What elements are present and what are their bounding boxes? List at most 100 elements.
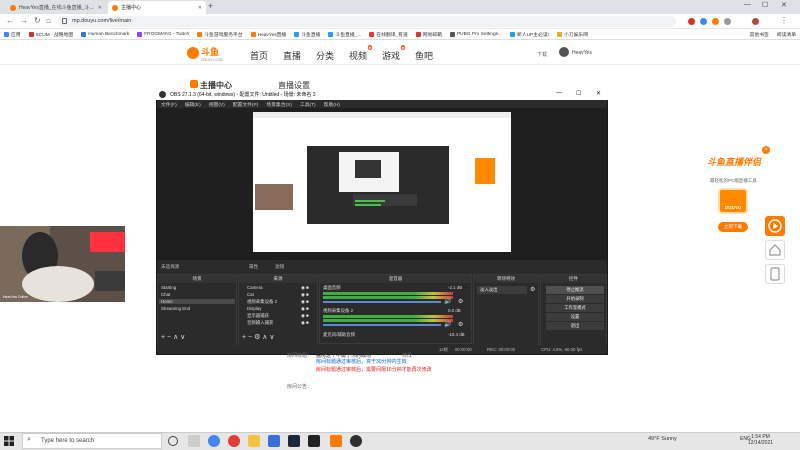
bookmark-item[interactable]: 阅读清单 (773, 31, 800, 38)
bookmark-item[interactable]: 新人UP主必读! (506, 31, 553, 38)
extension-icon[interactable] (724, 18, 731, 25)
nav-category[interactable]: 分类 (316, 49, 334, 62)
close-window-icon[interactable]: ✕ (596, 90, 601, 97)
bookmark-item[interactable]: HeavYes直播 (247, 31, 291, 38)
scene-item[interactable]: Streaming End (161, 306, 190, 311)
scene-item[interactable]: Chat (161, 292, 170, 297)
reload-icon[interactable]: ↻ (34, 16, 41, 25)
new-tab-button[interactable]: + (208, 1, 213, 11)
visibility-eye-icon[interactable]: ◉ ■ (301, 306, 309, 312)
bookmark-item[interactable]: 斗鱼游戏服务平台 (193, 31, 246, 38)
nav-fishbar[interactable]: 鱼吧 (415, 49, 433, 62)
steam-icon[interactable] (288, 435, 300, 447)
visibility-eye-icon[interactable]: ◉ ■ (301, 292, 309, 298)
nav-video[interactable]: 视频 ● (349, 45, 373, 62)
source-item[interactable]: Display (247, 306, 261, 311)
start-recording-button[interactable]: 开始录制 (546, 295, 604, 303)
speaker-icon[interactable]: 🔊 (444, 321, 451, 328)
app-logo[interactable]: DOUYU (718, 188, 748, 214)
extension-icon[interactable] (700, 18, 707, 25)
tab-heavyes[interactable]: HeavYes直播_在线斗鱼直播_斗... ✕ (6, 1, 106, 14)
bookmark-item[interactable]: 网易邮箱 (412, 31, 446, 38)
visibility-eye-icon[interactable]: ◉ ■ (301, 313, 309, 319)
home-icon[interactable]: ⌂ (46, 16, 51, 25)
file-explorer-icon[interactable] (248, 435, 260, 447)
chrome-icon[interactable] (208, 435, 220, 447)
play-icon[interactable] (765, 216, 785, 236)
speaker-icon[interactable]: 🔊 (444, 298, 451, 305)
studio-mode-button[interactable]: 工作室模式 (546, 304, 604, 312)
minimize-icon[interactable]: — (556, 90, 562, 96)
visibility-eye-icon[interactable]: ◉ ■ (301, 299, 309, 305)
menu-view[interactable]: 视图(V) (209, 101, 225, 108)
url-input[interactable]: mp.douyu.com/live/main (58, 16, 676, 27)
maximize-icon[interactable]: ☐ (576, 90, 581, 97)
visibility-eye-icon[interactable]: ◉ ■ (301, 285, 309, 291)
source-item[interactable]: 音频输入捕获 (247, 320, 273, 326)
volume-slider[interactable] (323, 324, 441, 326)
home-icon[interactable] (765, 240, 785, 260)
close-icon[interactable]: × (762, 146, 770, 154)
weather-widget[interactable]: 49°F Sunny (648, 436, 677, 442)
windows-start-icon[interactable] (4, 436, 14, 446)
bookmark-item[interactable]: 斗鱼直播 (290, 31, 324, 38)
exit-button[interactable]: 退出 (546, 322, 604, 330)
gear-icon[interactable]: ⚙ (530, 286, 535, 293)
obs-icon[interactable] (350, 435, 362, 447)
bookmark-item[interactable]: 在线翻译_有道 (365, 31, 411, 38)
menu-edit[interactable]: 编辑(E) (185, 101, 201, 108)
filters-button[interactable]: 滤镜 (275, 264, 284, 270)
app-icon[interactable] (228, 435, 240, 447)
stop-streaming-button[interactable]: 停止推流 (546, 286, 604, 294)
extension-icon[interactable] (688, 18, 695, 25)
scene-controls[interactable]: + − ∧ ∨ (161, 333, 185, 341)
transition-select[interactable]: 淡入淡出 (477, 286, 527, 294)
volume-slider[interactable] (323, 301, 441, 303)
bookmark-item[interactable]: 其他书签 (746, 31, 773, 38)
close-window-icon[interactable]: ✕ (781, 1, 787, 9)
cortana-icon[interactable] (168, 436, 178, 446)
bookmark-item[interactable]: FROGMAN1 - Twitch (133, 31, 193, 37)
close-icon[interactable]: ✕ (98, 5, 102, 11)
bookmark-item[interactable]: 小刀娱乐网 (553, 31, 592, 38)
task-view-icon[interactable] (188, 435, 200, 447)
download-now-button[interactable]: 立即下载 (718, 222, 748, 232)
gear-icon[interactable]: ⚙ (458, 298, 463, 305)
visibility-eye-icon[interactable]: ◉ ■ (301, 320, 309, 326)
nav-live[interactable]: 直播 (283, 49, 301, 62)
minimize-icon[interactable]: — (744, 1, 751, 8)
source-item[interactable]: 显示器捕获 (247, 313, 269, 319)
nav-home[interactable]: 首页 (250, 49, 268, 62)
bookmark-item[interactable]: Human Benchmark (77, 31, 133, 37)
settings-button[interactable]: 设置 (546, 313, 604, 321)
bookmark-item[interactable]: PUBG Pro Settings... (446, 31, 506, 37)
app-download-icon[interactable] (765, 264, 785, 284)
back-icon[interactable]: ← (6, 16, 14, 25)
douyu-app-icon[interactable] (330, 435, 342, 447)
scene-item[interactable]: Starting (161, 285, 176, 290)
profile-avatar[interactable] (752, 18, 759, 25)
bookmark-item[interactable]: 应用 (0, 31, 25, 38)
app-icon[interactable] (268, 435, 280, 447)
bookmark-item[interactable]: SCUM - 战略地图 (25, 31, 78, 38)
extension-icon[interactable] (712, 18, 719, 25)
gear-icon[interactable]: ⚙ (458, 321, 463, 328)
lock-icon[interactable] (62, 18, 67, 24)
douyu-logo[interactable]: 斗鱼 DOUYU.COM (186, 44, 236, 62)
properties-button[interactable]: 属性 (249, 264, 258, 270)
app-icon[interactable] (308, 435, 320, 447)
menu-icon[interactable]: ⋮ (780, 16, 788, 25)
username[interactable]: HeavYes (572, 50, 592, 56)
scene-item[interactable]: Home (159, 299, 235, 304)
close-icon[interactable]: ✕ (198, 5, 202, 11)
system-clock[interactable]: 1:54 PM 12/14/2021 (748, 434, 773, 446)
tab-anchor-center[interactable]: 主播中心 ✕ (108, 1, 206, 14)
obs-preview-canvas[interactable] (253, 112, 511, 252)
source-item[interactable]: 视频采集设备 2 (247, 299, 277, 305)
menu-profile[interactable]: 配置文件(P) (233, 101, 259, 108)
source-controls[interactable]: + − ⚙ ∧ ∨ (242, 333, 274, 341)
forward-icon[interactable]: → (20, 16, 28, 25)
menu-tools[interactable]: 工具(T) (300, 101, 316, 108)
menu-scene-collection[interactable]: 场景集合(S) (266, 101, 292, 108)
bookmark-item[interactable]: 斗鱼直播_... (324, 31, 365, 38)
